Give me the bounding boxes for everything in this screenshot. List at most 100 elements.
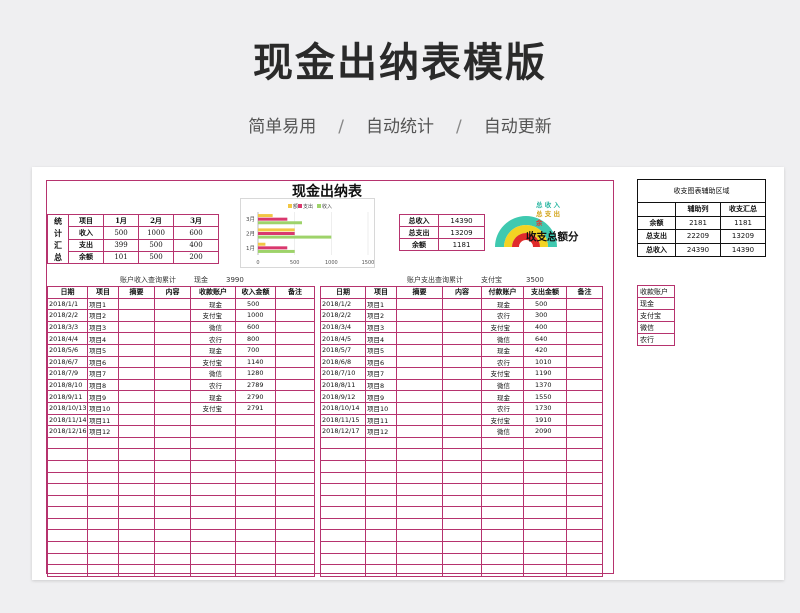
expense-cell[interactable] [481,529,524,543]
expense-cell[interactable] [442,309,482,322]
expense-cell[interactable]: 微信 [481,425,524,438]
income-cell[interactable] [87,448,119,461]
income-cell[interactable] [190,483,236,496]
income-cell[interactable]: 支付宝 [190,309,236,322]
expense-cell[interactable] [365,506,397,519]
income-cell[interactable] [154,564,191,577]
expense-cell[interactable] [442,459,482,473]
income-cell[interactable] [275,343,315,357]
income-cell[interactable]: 2018/12/16 [47,425,88,438]
expense-cell[interactable]: 2018/2/2 [320,309,366,322]
helper-cell[interactable]: 2181 [675,215,721,230]
expense-cell[interactable] [481,459,524,473]
expense-cell[interactable] [566,564,603,577]
balance-value[interactable]: 1181 [438,238,485,251]
expense-cell[interactable] [442,367,482,380]
expense-cell[interactable] [365,564,397,577]
expense-cell[interactable] [566,517,603,531]
helper-cell[interactable]: 总收入 [637,242,676,257]
income-cell[interactable] [47,494,88,508]
income-cell[interactable]: 项目11 [87,413,119,427]
expense-cell[interactable] [320,541,366,554]
income-cell[interactable]: 2018/1/1 [47,297,88,311]
income-cell[interactable] [275,378,315,392]
expense-cell[interactable] [396,506,443,519]
income-cell[interactable]: 农行 [190,378,236,392]
expense-cell[interactable] [442,541,482,554]
expense-cell[interactable] [396,309,443,322]
income-cell[interactable]: 2018/8/10 [47,378,88,392]
income-cell[interactable] [235,552,276,566]
expense-cell[interactable] [566,552,603,566]
income-cell[interactable] [118,413,155,427]
income-cell[interactable]: 微信 [190,320,236,334]
income-cell[interactable] [190,413,236,427]
expense-cell[interactable] [481,436,524,450]
income-cell[interactable] [154,378,191,392]
income-cell[interactable] [275,320,315,334]
summary-cell[interactable]: 1000 [138,226,174,240]
expense-cell[interactable] [442,378,482,392]
summary-cell[interactable]: 399 [103,238,139,252]
expense-cell[interactable]: 2018/8/11 [320,378,366,392]
income-cell[interactable] [275,506,315,519]
expense-cell[interactable] [523,494,567,508]
income-cell[interactable]: 2018/5/6 [47,343,88,357]
account-list-item[interactable]: 微信 [637,321,675,334]
expense-cell[interactable] [396,367,443,380]
income-cell[interactable] [235,564,276,577]
income-cell[interactable] [154,320,191,334]
expense-cell[interactable]: 微信 [481,378,524,392]
income-cell[interactable] [87,529,119,543]
expense-cell[interactable]: 500 [523,297,567,311]
income-cell[interactable] [47,564,88,577]
expense-cell[interactable] [320,494,366,508]
expense-cell[interactable]: 1010 [523,355,567,369]
expense-cell[interactable]: 项目12 [365,425,397,438]
expense-cell[interactable] [566,436,603,450]
expense-cell[interactable] [365,436,397,450]
income-cell[interactable] [275,401,315,415]
income-cell[interactable] [235,483,276,496]
income-cell[interactable] [154,506,191,519]
expense-cell[interactable] [442,343,482,357]
expense-cell[interactable] [396,541,443,554]
expense-cell[interactable] [396,459,443,473]
expense-cell[interactable]: 农行 [481,355,524,369]
expense-cell[interactable]: 2018/4/5 [320,332,366,345]
expense-cell[interactable] [396,378,443,392]
expense-cell[interactable] [566,355,603,369]
expense-cell[interactable] [566,390,603,403]
income-cell[interactable] [154,436,191,450]
income-cell[interactable]: 项目2 [87,309,119,322]
expense-cell[interactable] [566,459,603,473]
expense-cell[interactable] [396,355,443,369]
summary-cell[interactable]: 400 [173,238,219,252]
expense-cell[interactable] [481,483,524,496]
income-cell[interactable] [154,390,191,403]
expense-cell[interactable]: 项目1 [365,297,397,311]
expense-cell[interactable] [566,413,603,427]
expense-cell[interactable] [566,483,603,496]
income-cell[interactable] [118,529,155,543]
expense-cell[interactable] [365,448,397,461]
income-cell[interactable] [190,425,236,438]
expense-cell[interactable] [320,552,366,566]
expense-cell[interactable] [320,564,366,577]
income-cell[interactable] [235,529,276,543]
income-cell[interactable] [154,343,191,357]
income-cell[interactable] [118,367,155,380]
expense-cell[interactable] [396,494,443,508]
expense-cell[interactable] [320,517,366,531]
income-cell[interactable] [118,378,155,392]
expense-cell[interactable]: 300 [523,309,567,322]
income-cell[interactable] [87,471,119,485]
expense-cell[interactable]: 2018/9/12 [320,390,366,403]
expense-cell[interactable] [365,552,397,566]
expense-cell[interactable]: 400 [523,320,567,334]
expense-cell[interactable] [320,529,366,543]
summary-cell[interactable]: 200 [173,250,219,265]
income-cell[interactable]: 现金 [190,343,236,357]
income-cell[interactable] [118,506,155,519]
expense-cell[interactable] [523,564,567,577]
